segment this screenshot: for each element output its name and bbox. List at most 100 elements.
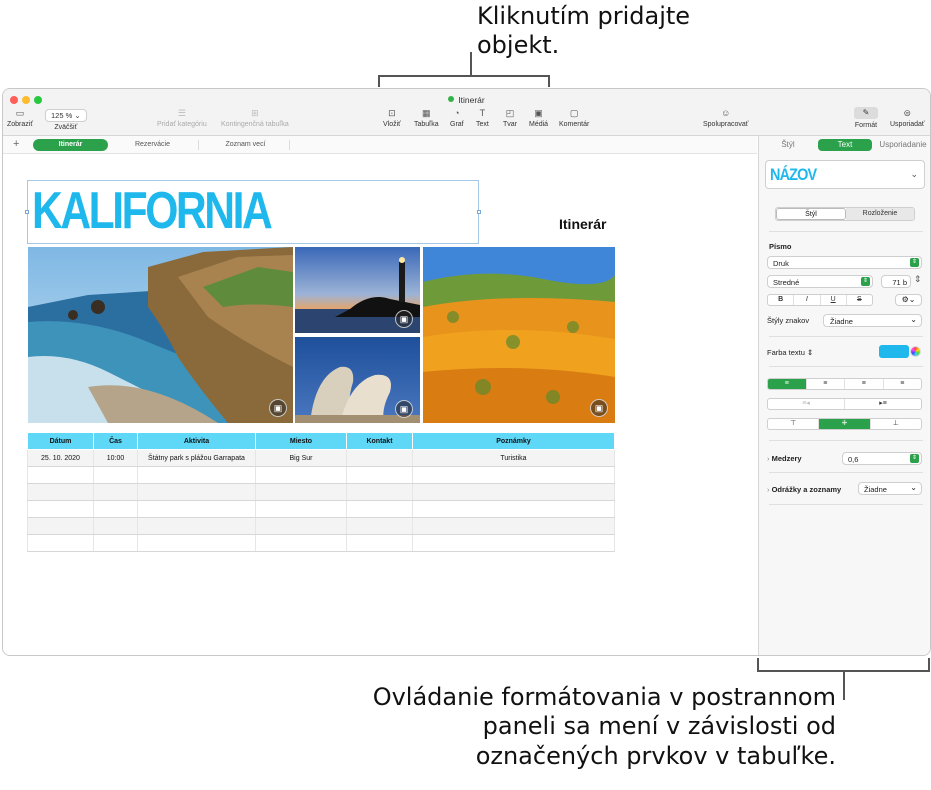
- column-header[interactable]: Poznámky: [412, 432, 615, 450]
- resize-handle-left[interactable]: [25, 210, 29, 214]
- spacing-select[interactable]: 0,6 ⇕: [842, 452, 922, 465]
- media-placeholder-icon[interactable]: ▣: [269, 399, 287, 417]
- text-style-buttons[interactable]: B I U S: [767, 294, 873, 306]
- table-cell[interactable]: [27, 483, 94, 501]
- color-wheel-icon[interactable]: [910, 346, 921, 357]
- table-row[interactable]: [27, 483, 615, 501]
- column-header[interactable]: Kontakt: [346, 432, 413, 450]
- font-style-select[interactable]: Stredné ⇕: [767, 275, 873, 288]
- table-row[interactable]: 25. 10. 2020 10:00 Štátny park s plážou Ga…: [27, 449, 615, 467]
- italic-button[interactable]: I: [794, 295, 821, 305]
- format-button[interactable]: ✎ Formát: [854, 107, 878, 129]
- strikethrough-button[interactable]: S: [847, 295, 872, 305]
- sheet-tab-itinerar[interactable]: Itinerár: [33, 139, 108, 151]
- table-cell[interactable]: [255, 534, 347, 552]
- photo-poppies[interactable]: ▣: [423, 247, 615, 423]
- table-cell[interactable]: [255, 500, 347, 518]
- vertical-align-buttons[interactable]: ⊤ ⁜ ⊥: [767, 418, 922, 430]
- table-cell[interactable]: [93, 483, 138, 501]
- table-row[interactable]: [27, 534, 615, 552]
- text-options-button[interactable]: ⚙⌄: [895, 294, 922, 306]
- media-placeholder-icon[interactable]: ▣: [395, 310, 413, 328]
- table-row[interactable]: [27, 500, 615, 518]
- media-placeholder-icon[interactable]: ▣: [395, 400, 413, 418]
- table-cell[interactable]: [346, 534, 413, 552]
- table-cell[interactable]: [27, 534, 94, 552]
- column-header[interactable]: Aktivita: [137, 432, 256, 450]
- bold-button[interactable]: B: [768, 295, 795, 305]
- sidebar-tab-text[interactable]: Text: [818, 139, 872, 151]
- subtab-style[interactable]: Štýl: [776, 208, 846, 220]
- align-top-icon[interactable]: ⊤: [768, 419, 820, 429]
- bullets-select[interactable]: Žiadne ⌄: [858, 482, 922, 495]
- table-cell[interactable]: [412, 500, 615, 518]
- sidebar-tab-style[interactable]: Štýl: [773, 139, 803, 151]
- bullets-disclosure[interactable]: › Odrážky a zoznamy: [767, 485, 841, 494]
- itinerary-table[interactable]: Dátum Čas Aktivita Miesto Kontakt Poznám…: [27, 432, 615, 552]
- zoom-button[interactable]: 125 % ⌄ Zväčšiť: [45, 109, 87, 131]
- zoom-select[interactable]: 125 % ⌄: [45, 109, 87, 122]
- itinerary-heading[interactable]: Itinerár: [559, 216, 606, 232]
- column-header[interactable]: Miesto: [255, 432, 347, 450]
- sheet-tab-zoznam-veci[interactable]: Zoznam vecí: [203, 139, 288, 151]
- table-cell[interactable]: [27, 466, 94, 484]
- table-cell[interactable]: [137, 483, 256, 501]
- indent-buttons[interactable]: ≡◂ ▸≡: [767, 398, 922, 410]
- paragraph-style-selector[interactable]: NÁZOV ⌄: [765, 160, 925, 189]
- comment-button[interactable]: ▢ Komentár: [559, 108, 589, 128]
- resize-handle-right[interactable]: [477, 210, 481, 214]
- sheet-tab-rezervacie[interactable]: Rezervácie: [115, 139, 190, 151]
- table-cell[interactable]: 10:00: [93, 449, 138, 467]
- text-button[interactable]: T Text: [476, 108, 489, 128]
- decrease-indent-icon[interactable]: ≡◂: [768, 399, 845, 409]
- increase-indent-icon[interactable]: ▸≡: [845, 399, 921, 409]
- table-cell[interactable]: [255, 483, 347, 501]
- table-cell[interactable]: Big Sur: [255, 449, 347, 467]
- table-cell[interactable]: [255, 466, 347, 484]
- table-cell[interactable]: [137, 534, 256, 552]
- text-color-well[interactable]: [879, 345, 909, 358]
- column-header[interactable]: Dátum: [27, 432, 94, 450]
- media-button[interactable]: ▣ Médiá: [529, 108, 548, 128]
- table-cell[interactable]: Turistika: [412, 449, 615, 467]
- table-cell[interactable]: [137, 517, 256, 535]
- table-cell[interactable]: [93, 500, 138, 518]
- font-name-select[interactable]: Druk ⇕: [767, 256, 922, 269]
- shape-button[interactable]: ◰ Tvar: [503, 108, 517, 128]
- view-button[interactable]: ▭ Zobraziť: [7, 108, 33, 128]
- table-cell[interactable]: 25. 10. 2020: [27, 449, 94, 467]
- align-justify-icon[interactable]: ≡: [884, 379, 922, 389]
- table-cell[interactable]: [412, 534, 615, 552]
- table-cell[interactable]: [27, 500, 94, 518]
- column-header[interactable]: Čas: [93, 432, 138, 450]
- table-cell[interactable]: [255, 517, 347, 535]
- spacing-disclosure[interactable]: › Medzery: [767, 454, 802, 463]
- alignment-buttons[interactable]: ≡ ≡ ≡ ≡: [767, 378, 922, 390]
- table-cell[interactable]: [346, 517, 413, 535]
- photo-coast[interactable]: ▣: [28, 247, 293, 423]
- table-row[interactable]: [27, 466, 615, 484]
- underline-button[interactable]: U: [821, 295, 847, 305]
- style-layout-switch[interactable]: Štýl Rozloženie: [775, 207, 915, 221]
- photo-lighthouse[interactable]: ▣: [295, 247, 420, 333]
- add-category-button[interactable]: ☰ Pridať kategóriu: [157, 108, 207, 128]
- table-cell[interactable]: [346, 483, 413, 501]
- table-cell[interactable]: [346, 449, 413, 467]
- insert-button[interactable]: ⊡ Vložiť: [383, 108, 401, 128]
- font-size-stepper[interactable]: ⇕: [914, 274, 922, 285]
- organize-button[interactable]: ⊜ Usporiadať: [890, 108, 925, 128]
- table-button[interactable]: ▦ Tabuľka: [414, 108, 439, 128]
- align-right-icon[interactable]: ≡: [845, 379, 884, 389]
- chart-button[interactable]: ◔ Graf: [450, 108, 464, 128]
- table-cell[interactable]: Štátny park s plážou Garrapata: [137, 449, 256, 467]
- page-title[interactable]: KALIFORNIA: [32, 183, 273, 239]
- table-cell[interactable]: [137, 500, 256, 518]
- char-styles-select[interactable]: Žiadne ⌄: [823, 314, 922, 327]
- table-row[interactable]: [27, 517, 615, 535]
- table-cell[interactable]: [412, 483, 615, 501]
- subtab-layout[interactable]: Rozloženie: [846, 208, 914, 220]
- font-size-field[interactable]: 71 b: [881, 275, 911, 288]
- align-left-icon[interactable]: ≡: [768, 379, 807, 389]
- table-cell[interactable]: [346, 500, 413, 518]
- table-cell[interactable]: [93, 534, 138, 552]
